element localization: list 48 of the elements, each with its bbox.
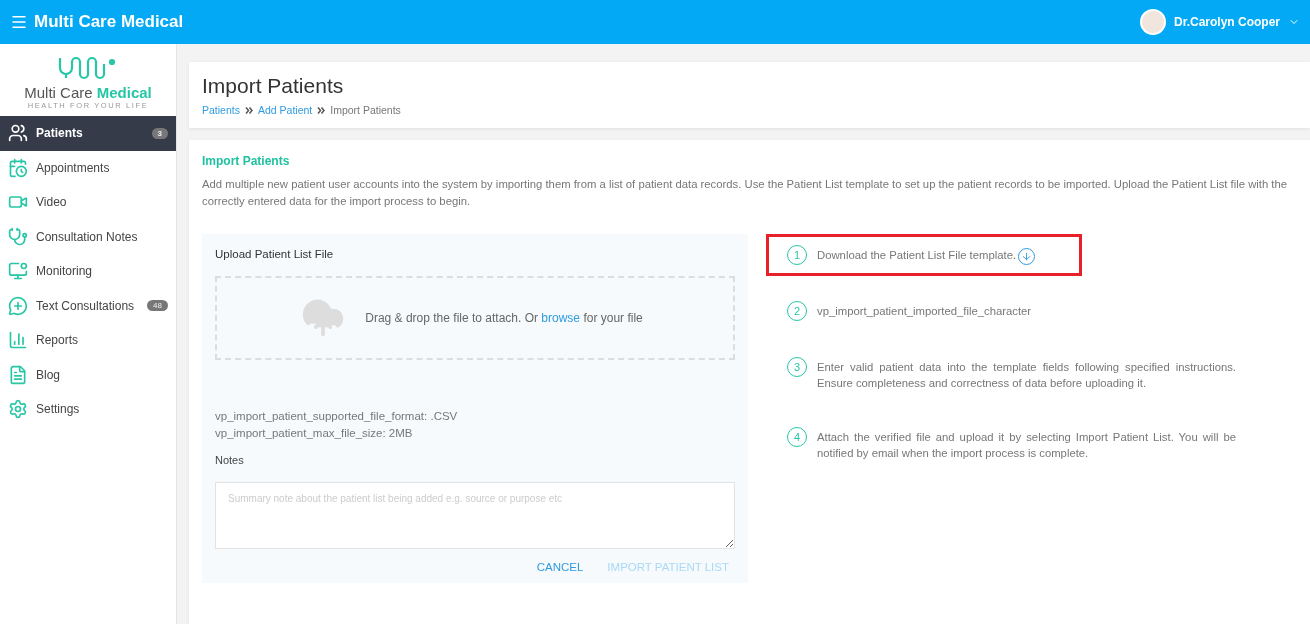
calendar-clock-icon [8,157,28,178]
count-badge: 3 [151,127,168,139]
double-chevron-icon [244,106,253,114]
people-icon [8,123,28,144]
section-description: Add multiple new patient user accounts into the system by importing them from a list of patient data records. Use the Patient List template to set up the patient records to be imported. Upload the Patient List file with the correctly entered data for the import process to begin. [202,177,1289,209]
double-chevron-icon [317,106,326,114]
nav-label: Text Consultations [36,298,135,313]
breadcrumb-text: Import Patients [330,104,401,116]
nav-label: Reports [36,333,79,348]
nav-label: Consultation Notes [36,229,138,244]
logo-name: Multi Care Medical [24,84,152,101]
upload-title: Upload Patient List File [215,248,335,260]
step-text: vp_import_patient_imported_file_character [817,304,1032,319]
nav-item[interactable]: Appointments [0,150,176,185]
nav-item[interactable]: Patients 3 [0,116,176,151]
stethoscope-icon [8,226,28,247]
document-icon [8,364,28,385]
nav-item[interactable]: Monitoring [0,254,176,289]
nav-label: Settings [36,402,80,417]
nav-label: Video [36,195,67,210]
count-badge: 48 [147,300,168,312]
nav-item[interactable]: Text Consultations 48 [0,288,176,323]
step-text: Download the Patient List File template. [817,245,1036,265]
step-text: Attach the verified file and upload it by selecting Import Patient List. You will be notified by email when the import process is complete. [817,430,1236,461]
menu-icon[interactable] [10,13,28,31]
nav-item[interactable]: Consultation Notes [0,219,176,254]
page-title: Import Patients [202,74,345,98]
file-info: vp_import_patient_supported_file_format: .CSV [215,409,459,424]
avatar [1139,9,1166,35]
nav-label: Blog [36,367,61,382]
drop-instructions: Drag & drop the file to attach. Or browse for your file [364,310,644,327]
nav-item[interactable]: Settings [0,392,176,427]
nav-label: Monitoring [36,264,93,279]
chat-bubble-icon [8,295,28,316]
drop-zone[interactable]: Drag & drop the file to attach. Or browse for your file [215,276,735,360]
bar-chart-icon [8,330,28,351]
section-title: Import Patients [202,154,291,168]
nav-label: Patients [36,126,83,141]
settings-icon [8,399,28,420]
monitor-chart-icon [8,261,28,282]
app-title: Multi Care Medical [34,12,184,32]
nav-item[interactable]: Video [0,185,176,220]
nav-label: Appointments [36,160,110,175]
file-info: vp_import_patient_max_file_size: 2MB [215,426,414,441]
notes-label: Notes [215,454,245,466]
nav-item[interactable]: Blog [0,357,176,392]
step-text: Enter valid patient data into the template fields following specified instructions. Ensure completeness and correctness of data before uploading it. [817,360,1236,391]
nav-item[interactable]: Reports [0,323,176,358]
